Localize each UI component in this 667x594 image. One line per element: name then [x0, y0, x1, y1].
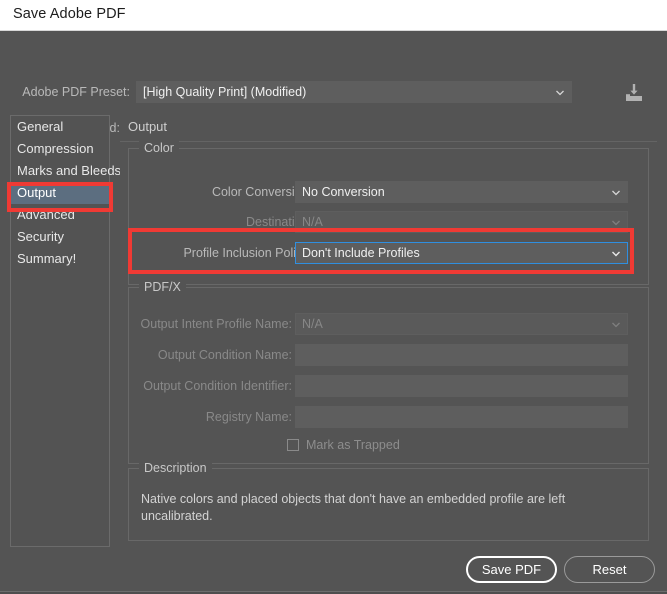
sidebar-item-label: General: [17, 119, 64, 134]
registry-name-field: [295, 406, 628, 428]
output-intent-profile-name-value: N/A: [302, 317, 323, 331]
destination-value: N/A: [302, 215, 323, 229]
sidebar-item-label: Compression: [17, 141, 94, 156]
adobe-pdf-preset-value: [High Quality Print] (Modified): [143, 85, 307, 99]
sidebar-item-general[interactable]: General: [11, 116, 109, 138]
chevron-down-icon: [611, 249, 620, 258]
save-pdf-button[interactable]: Save PDF: [466, 556, 557, 583]
save-adobe-pdf-dialog: Save Adobe PDF Adobe PDF Preset: [High Q…: [0, 0, 667, 594]
sidebar-item-advanced[interactable]: Advanced: [11, 204, 109, 226]
registry-name-label: Registry Name:: [205, 410, 292, 424]
mark-as-trapped-checkbox: [287, 439, 299, 451]
output-condition-name-label: Output Condition Name:: [157, 348, 292, 362]
adobe-pdf-preset-label: Adobe PDF Preset:: [22, 85, 130, 99]
pdfx-group: PDF/X Output Intent Profile Name: N/A Ou…: [128, 280, 649, 464]
pdfx-group-title: PDF/X: [139, 280, 186, 294]
description-group-title: Description: [139, 461, 212, 475]
sidebar-item-security[interactable]: Security: [11, 226, 109, 248]
output-intent-profile-name-select: N/A: [295, 313, 628, 335]
title-bar: Save Adobe PDF: [0, 0, 667, 31]
chevron-down-icon: [611, 218, 620, 227]
color-conversion-value: No Conversion: [302, 185, 385, 199]
sidebar-item-label: Marks and Bleeds: [17, 163, 122, 178]
adobe-pdf-preset-select[interactable]: [High Quality Print] (Modified): [136, 81, 572, 103]
save-pdf-button-label: Save PDF: [481, 562, 542, 577]
sidebar-item-label: Advanced: [17, 207, 75, 222]
chevron-down-icon: [611, 188, 620, 197]
reset-button[interactable]: Reset: [564, 556, 655, 583]
output-condition-identifier-field: [295, 375, 628, 397]
description-group: Description Native colors and placed obj…: [128, 461, 649, 541]
mark-as-trapped-label: Mark as Trapped: [306, 438, 400, 452]
preset-section: Adobe PDF Preset: [High Quality Print] (…: [0, 31, 667, 139]
panel-divider: [120, 141, 657, 142]
sidebar-item-label: Summary!: [17, 251, 77, 266]
sidebar-item-label: Security: [17, 229, 64, 244]
profile-inclusion-policy-value: Don't Include Profiles: [302, 246, 420, 260]
output-condition-name-field: [295, 344, 628, 366]
profile-inclusion-policy-label: Profile Inclusion Policy:: [183, 246, 312, 260]
save-preset-icon[interactable]: [622, 81, 646, 105]
output-condition-identifier-label: Output Condition Identifier:: [143, 379, 292, 393]
profile-inclusion-policy-select[interactable]: Don't Include Profiles: [295, 242, 628, 264]
color-group-title: Color: [139, 141, 179, 155]
sidebar-item-output[interactable]: Output: [11, 182, 109, 204]
chevron-down-icon: [611, 320, 620, 329]
color-conversion-select[interactable]: No Conversion: [295, 181, 628, 203]
output-intent-profile-name-label: Output Intent Profile Name:: [140, 317, 292, 331]
sidebar-item-compression[interactable]: Compression: [11, 138, 109, 160]
description-text: Native colors and placed objects that do…: [141, 492, 566, 523]
destination-select: N/A: [295, 211, 628, 233]
sidebar-item-marks-and-bleeds[interactable]: Marks and Bleeds: [11, 160, 121, 182]
sidebar-item-summary[interactable]: Summary!: [11, 248, 109, 270]
mark-as-trapped-row: Mark as Trapped: [287, 438, 400, 452]
settings-sidebar: General Compression Marks and Bleeds Out…: [10, 115, 121, 547]
sidebar-item-label: Output: [17, 185, 57, 200]
output-panel: Output Color Color Conversion: No Conver…: [120, 115, 657, 547]
color-group: Color Color Conversion: No Conversion De…: [128, 141, 649, 285]
window-title: Save Adobe PDF: [13, 6, 126, 22]
color-conversion-label: Color Conversion:: [211, 185, 312, 199]
reset-button-label: Reset: [592, 562, 627, 577]
panel-title: Output: [128, 119, 168, 134]
chevron-down-icon: [555, 88, 564, 97]
